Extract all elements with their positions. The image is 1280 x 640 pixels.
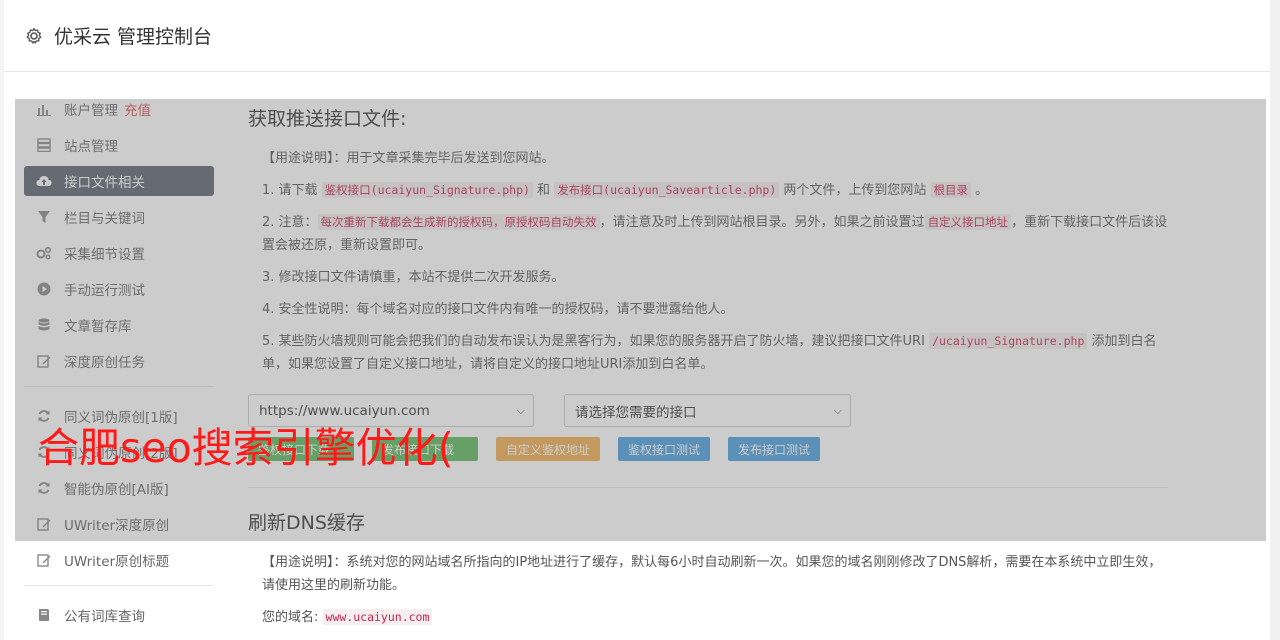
modal-overlay[interactable] bbox=[15, 99, 1266, 541]
gear-icon bbox=[26, 27, 42, 44]
domain-value: www.ucaiyun.com bbox=[322, 609, 433, 625]
app-header: 优采云 管理控制台 bbox=[4, 0, 1270, 72]
page-scrollbar[interactable] bbox=[1270, 0, 1280, 640]
sidebar-divider bbox=[24, 585, 214, 586]
sidebar-item-public-lexicon[interactable]: 公有词库查询 bbox=[24, 600, 214, 630]
edit-icon bbox=[36, 552, 52, 568]
domain-label: 您的域名: bbox=[262, 610, 319, 625]
book-icon bbox=[36, 607, 52, 623]
sidebar-item-uwriter-title[interactable]: UWriter原创标题 bbox=[24, 545, 214, 575]
watermark-text: 合肥seo搜索引擎优化( bbox=[38, 424, 454, 472]
dns-usage-note: 【用途说明】：系统对您的网站域名所指向的IP地址进行了缓存，默认每6小时自动刷新… bbox=[262, 555, 1162, 593]
sidebar-item-label: UWriter原创标题 bbox=[64, 554, 170, 570]
sidebar-item-label: 公有词库查询 bbox=[64, 609, 145, 625]
console-title: 优采云 管理控制台 bbox=[54, 26, 213, 48]
domain-row: 您的域名: www.ucaiyun.com bbox=[248, 606, 1168, 629]
